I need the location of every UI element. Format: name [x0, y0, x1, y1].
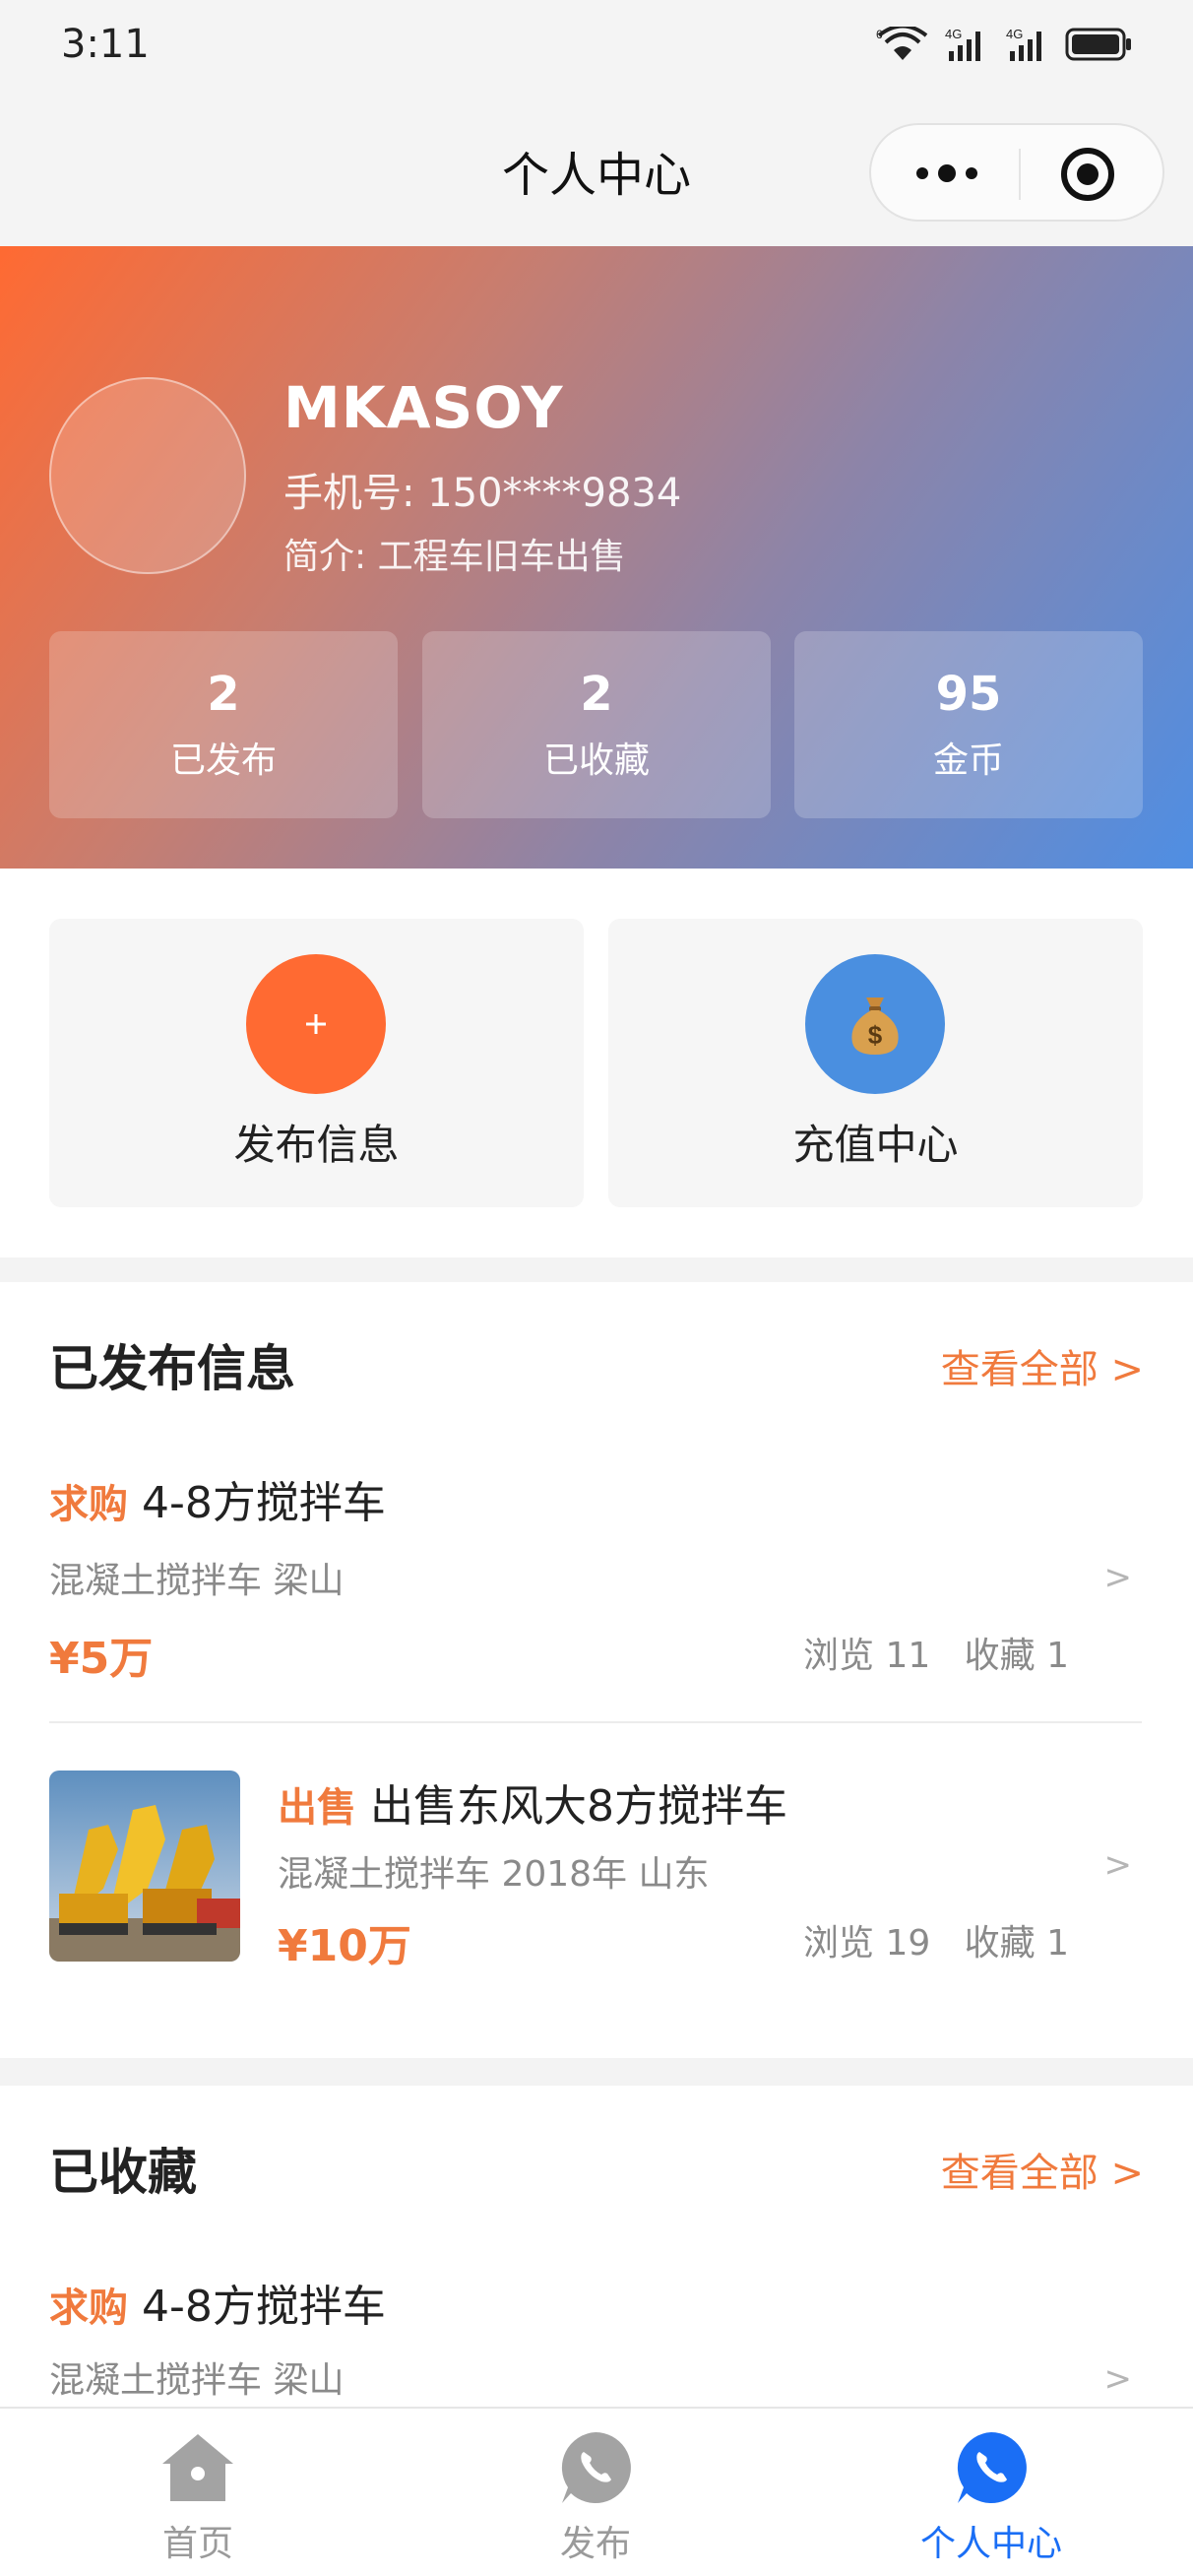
- item-title: 4-8方搅拌车: [142, 1478, 386, 1528]
- item-favs: 收藏 1: [964, 1923, 1069, 1964]
- capsule-divider: [1019, 149, 1021, 200]
- stat-value: 95: [935, 667, 1002, 722]
- item-tag: 出售: [278, 1785, 356, 1831]
- action-label: 充值中心: [792, 1121, 959, 1169]
- chevron-right-icon: >: [1103, 1558, 1133, 1597]
- stat-published[interactable]: 2 已发布: [49, 631, 398, 818]
- item-meta: 混凝土搅拌车 2018年 山东: [278, 1854, 710, 1895]
- publish-info-button[interactable]: 发布信息: [49, 919, 584, 1207]
- phone-number: 手机号: 150****9834: [283, 471, 682, 516]
- chevron-right-icon: >: [1103, 1845, 1133, 1885]
- username: MKASOY: [283, 374, 564, 441]
- wifi-icon: 6: [876, 27, 928, 60]
- item-price: ¥10万: [278, 1921, 411, 1971]
- list-item[interactable]: 求购 4-8方搅拌车 混凝土搅拌车 梁山 >: [49, 2271, 1142, 2407]
- section-title: 已收藏: [49, 2144, 197, 2201]
- stat-favorites[interactable]: 2 已收藏: [422, 631, 771, 818]
- item-meta: 混凝土搅拌车 梁山: [49, 1561, 345, 1601]
- stat-value: 2: [580, 667, 613, 722]
- stat-label: 已发布: [169, 741, 277, 781]
- item-meta: 混凝土搅拌车 梁山: [49, 2360, 345, 2401]
- avatar[interactable]: [49, 377, 246, 574]
- bio: 简介: 工程车旧车出售: [283, 537, 626, 577]
- svg-text:4G: 4G: [1006, 27, 1023, 41]
- close-target-icon[interactable]: [1060, 147, 1115, 202]
- item-tag: 求购: [49, 2286, 128, 2331]
- chevron-right-icon: >: [1103, 2359, 1133, 2399]
- tab-home[interactable]: 首页: [80, 2428, 316, 2566]
- stat-label: 已收藏: [542, 741, 650, 781]
- divider: [49, 1721, 1142, 1723]
- system-icons: 6 4G 4G: [862, 26, 1134, 63]
- tab-publish[interactable]: 发布: [477, 2428, 714, 2566]
- money-bag-icon: $: [805, 954, 945, 1094]
- view-all-published-link[interactable]: 查看全部 >: [941, 1337, 1144, 1394]
- signal-icon-2: 4G: [1006, 27, 1041, 61]
- excavator-thumbnail: [49, 1771, 240, 1962]
- item-title: 4-8方搅拌车: [142, 2282, 386, 2332]
- item-title: 出售东风大8方搅拌车: [370, 1781, 787, 1832]
- tab-profile[interactable]: 个人中心: [873, 2428, 1109, 2566]
- item-tag: 求购: [49, 1482, 128, 1527]
- battery-icon: [1065, 28, 1131, 61]
- list-item[interactable]: 求购 4-8方搅拌车 混凝土搅拌车 梁山 > ¥5万 浏览 11 收藏 1: [49, 1467, 1142, 1713]
- item-counts: 浏览 19 收藏 1: [803, 1914, 1069, 1965]
- action-label: 发布信息: [233, 1121, 400, 1169]
- stat-value: 2: [207, 667, 240, 722]
- signal-icon-1: 4G: [945, 27, 980, 61]
- phone-icon: [561, 2432, 631, 2503]
- svg-text:$: $: [868, 1020, 883, 1050]
- svg-text:4G: 4G: [945, 27, 962, 41]
- mini-program-capsule: [869, 123, 1164, 222]
- plus-icon: [246, 954, 386, 1094]
- stat-coins[interactable]: 95 金币: [794, 631, 1143, 818]
- item-views: 浏览 11: [803, 1636, 931, 1676]
- item-favs: 收藏 1: [964, 1636, 1069, 1676]
- item-price: ¥5万: [49, 1634, 154, 1684]
- phone-icon: [957, 2432, 1027, 2503]
- tab-label: 发布: [559, 2524, 631, 2564]
- status-time: 3:11: [61, 22, 150, 67]
- tab-label: 个人中心: [919, 2524, 1062, 2564]
- list-item[interactable]: 出售 出售东风大8方搅拌车 混凝土搅拌车 2018年 山东 > ¥10万 浏览 1…: [49, 1771, 1142, 1971]
- item-views: 浏览 19: [803, 1923, 931, 1964]
- more-icon[interactable]: [912, 159, 981, 188]
- tab-label: 首页: [161, 2524, 233, 2564]
- svg-text:6: 6: [876, 28, 883, 41]
- home-icon: [162, 2434, 233, 2501]
- recharge-center-button[interactable]: $ 充值中心: [608, 919, 1143, 1207]
- view-all-favorites-link[interactable]: 查看全部 >: [941, 2141, 1144, 2198]
- item-counts: 浏览 11 收藏 1: [803, 1627, 1069, 1678]
- section-title: 已发布信息: [49, 1340, 295, 1397]
- stat-label: 金币: [932, 741, 1004, 781]
